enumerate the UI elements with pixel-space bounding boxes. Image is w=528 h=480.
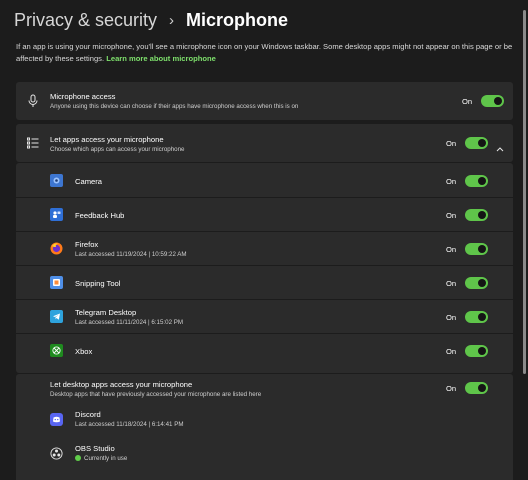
description-text: If an app is using your microphone, you'… xyxy=(16,42,513,63)
page-description: If an app is using your microphone, you'… xyxy=(16,41,516,65)
toggle-knob xyxy=(478,139,486,147)
app-name: Camera xyxy=(75,177,103,186)
telegram-app-icon xyxy=(50,310,63,323)
let-apps-toggle[interactable] xyxy=(465,137,488,149)
app-list: Camera On Feedback Hub On Firefox Last a… xyxy=(16,163,513,373)
firefox-toggle[interactable] xyxy=(465,243,488,255)
toggle-knob xyxy=(494,97,502,105)
camera-app-icon xyxy=(50,174,63,187)
toggle-knob xyxy=(478,211,486,219)
toggle-knob xyxy=(478,177,486,185)
desktop-apps-subtitle: Desktop apps that have previously access… xyxy=(50,391,262,398)
chevron-right-icon: › xyxy=(169,11,175,29)
app-name: Snipping Tool xyxy=(75,279,121,288)
feedback-hub-app-icon xyxy=(50,208,63,221)
scrollbar[interactable] xyxy=(523,10,526,374)
divider xyxy=(16,265,513,266)
desktop-app-last-accessed: Last accessed 11/18/2024 | 6:14:41 PM xyxy=(75,421,184,428)
feedback-hub-toggle[interactable] xyxy=(465,209,488,221)
xbox-toggle[interactable] xyxy=(465,345,488,357)
app-name: Firefox xyxy=(75,240,99,249)
divider xyxy=(16,299,513,300)
desktop-apps-toggle[interactable] xyxy=(465,382,488,394)
snipping-tool-toggle[interactable] xyxy=(465,277,488,289)
divider xyxy=(16,231,513,232)
app-state: On xyxy=(446,347,457,356)
toggle-knob xyxy=(478,347,486,355)
snipping-tool-app-icon xyxy=(50,276,63,289)
divider xyxy=(16,197,513,198)
app-last-accessed: Last accessed 11/19/2024 | 10:59:22 AM xyxy=(75,251,187,258)
app-name: Telegram Desktop xyxy=(75,308,137,317)
chevron-up-icon[interactable] xyxy=(496,139,504,157)
app-name: Feedback Hub xyxy=(75,211,125,220)
desktop-apps-card: Let desktop apps access your microphone … xyxy=(16,374,513,480)
breadcrumb-parent-link[interactable]: Privacy & security xyxy=(14,10,157,31)
toggle-knob xyxy=(478,313,486,321)
list-icon xyxy=(16,136,49,150)
obs-studio-app-icon xyxy=(50,447,63,460)
microphone-icon xyxy=(16,94,49,108)
let-apps-access-card[interactable]: Let apps access your microphone Choose w… xyxy=(16,124,513,162)
app-last-accessed: Last accessed 11/11/2024 | 6:15:02 PM xyxy=(75,319,184,326)
xbox-app-icon xyxy=(50,344,63,357)
microphone-access-state: On xyxy=(462,97,473,106)
app-state: On xyxy=(446,211,457,220)
camera-toggle[interactable] xyxy=(465,175,488,187)
microphone-access-subtitle: Anyone using this device can choose if t… xyxy=(50,103,299,110)
telegram-toggle[interactable] xyxy=(465,311,488,323)
desktop-app-status: Currently in use xyxy=(75,455,127,462)
desktop-apps-state: On xyxy=(446,384,457,393)
desktop-app-name: OBS Studio xyxy=(75,444,115,453)
learn-more-link[interactable]: Learn more about microphone xyxy=(106,54,216,63)
microphone-access-card: Microphone access Anyone using this devi… xyxy=(16,82,513,120)
in-use-label: Currently in use xyxy=(84,455,128,462)
desktop-apps-title: Let desktop apps access your microphone xyxy=(50,380,193,389)
microphone-access-toggle[interactable] xyxy=(481,95,504,107)
microphone-access-title: Microphone access xyxy=(50,92,116,101)
desktop-app-name: Discord xyxy=(75,410,101,419)
discord-app-icon xyxy=(50,413,63,426)
let-apps-state: On xyxy=(446,139,457,148)
divider xyxy=(16,333,513,334)
toggle-knob xyxy=(478,245,486,253)
breadcrumb: Privacy & security › Microphone xyxy=(14,8,288,32)
app-state: On xyxy=(446,313,457,322)
toggle-knob xyxy=(478,384,486,392)
let-apps-title: Let apps access your microphone xyxy=(50,135,164,144)
page-title: Microphone xyxy=(186,9,289,30)
firefox-app-icon xyxy=(50,242,63,255)
let-apps-subtitle: Choose which apps can access your microp… xyxy=(50,146,185,153)
app-state: On xyxy=(446,245,457,254)
status-dot-icon xyxy=(75,455,81,462)
toggle-knob xyxy=(478,279,486,287)
app-name: Xbox xyxy=(75,347,93,356)
app-state: On xyxy=(446,177,457,186)
app-state: On xyxy=(446,279,457,288)
